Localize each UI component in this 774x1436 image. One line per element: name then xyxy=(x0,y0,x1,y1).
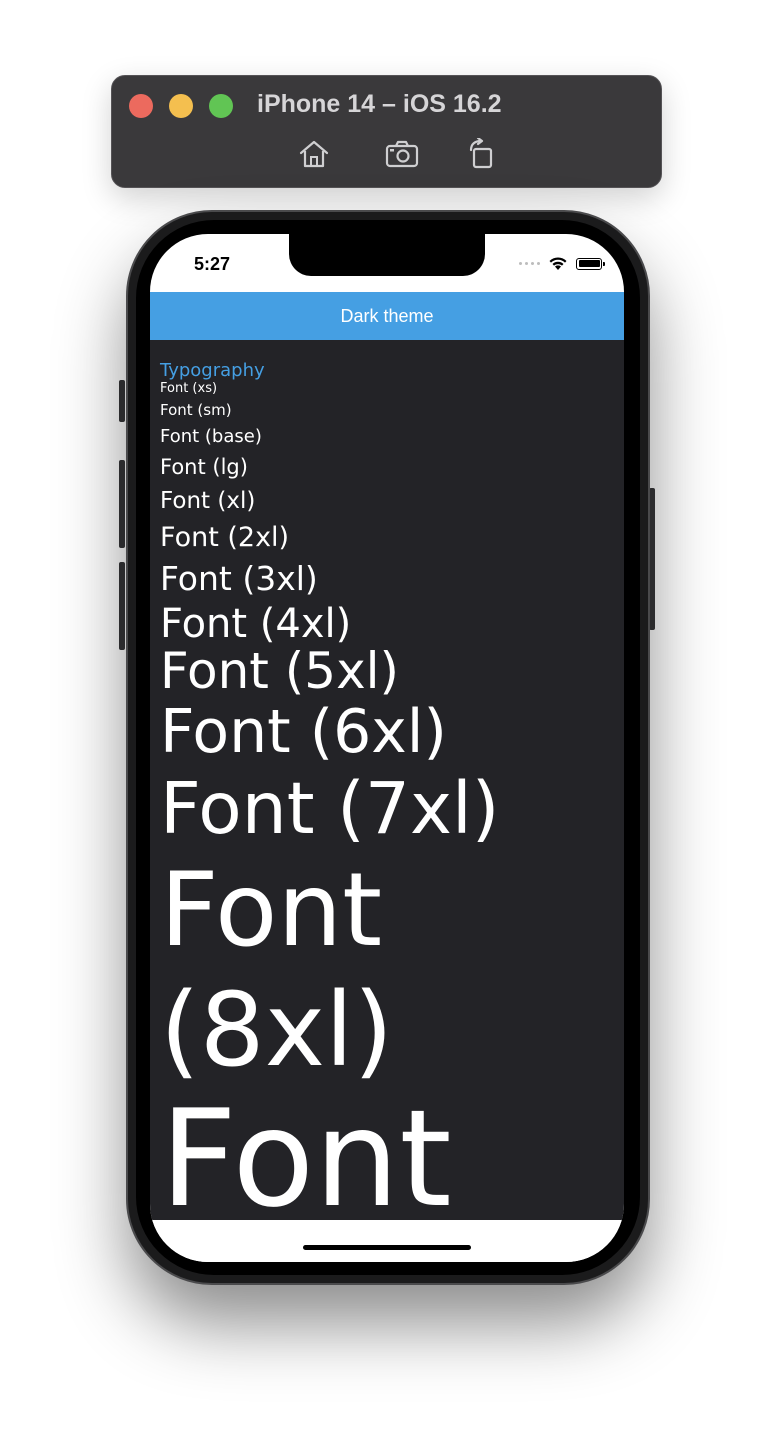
minimize-window-button[interactable] xyxy=(169,94,193,118)
wifi-icon xyxy=(549,257,567,270)
cellular-signal-icon xyxy=(519,262,540,265)
typography-content[interactable]: Typography Font (xs) Font (sm) Font (bas… xyxy=(150,340,624,1220)
app-header: Dark theme xyxy=(150,292,624,340)
iphone-screen: 5:27 Dark theme Typography Font (xs) Fon… xyxy=(150,234,624,1262)
font-sample-3xl: Font (3xl) xyxy=(160,559,318,598)
mute-switch xyxy=(119,380,125,422)
rotate-button[interactable] xyxy=(464,138,500,170)
font-sample-base: Font (base) xyxy=(160,426,262,447)
font-sample-lg: Font (lg) xyxy=(160,455,248,479)
zoom-window-button[interactable] xyxy=(209,94,233,118)
home-button[interactable] xyxy=(296,138,332,170)
screenshot-button[interactable] xyxy=(384,138,420,170)
font-sample-2xl: Font (2xl) xyxy=(160,522,290,553)
font-sample-7xl: Font (7xl) xyxy=(160,767,500,850)
font-sample-4xl: Font (4xl) xyxy=(160,601,352,647)
status-icons xyxy=(519,256,605,271)
font-sample-5xl: Font (5xl) xyxy=(160,642,400,700)
section-title: Typography xyxy=(160,360,265,381)
font-sample-sm: Font (sm) xyxy=(160,401,232,419)
notch xyxy=(289,234,485,276)
font-sample-8xl-line2: (8xl) xyxy=(160,971,394,1090)
rotate-icon xyxy=(469,138,493,169)
close-window-button[interactable] xyxy=(129,94,153,118)
font-sample-8xl-line1: Font xyxy=(160,851,383,970)
home-icon xyxy=(299,140,329,168)
font-sample-xl: Font (xl) xyxy=(160,488,256,514)
font-sample-xs: Font (xs) xyxy=(160,381,218,396)
font-sample-6xl: Font (6xl) xyxy=(160,697,447,767)
volume-down-button xyxy=(119,562,125,650)
battery-icon xyxy=(576,257,605,270)
status-time: 5:27 xyxy=(194,254,231,274)
camera-icon xyxy=(385,140,419,168)
volume-up-button xyxy=(119,460,125,548)
home-indicator[interactable] xyxy=(303,1245,471,1250)
font-sample-9xl: Font xyxy=(160,1081,452,1220)
simulator-toolbar: iPhone 14 – iOS 16.2 xyxy=(111,75,662,188)
simulator-title: iPhone 14 – iOS 16.2 xyxy=(257,90,502,118)
home-indicator-area xyxy=(150,1220,624,1262)
